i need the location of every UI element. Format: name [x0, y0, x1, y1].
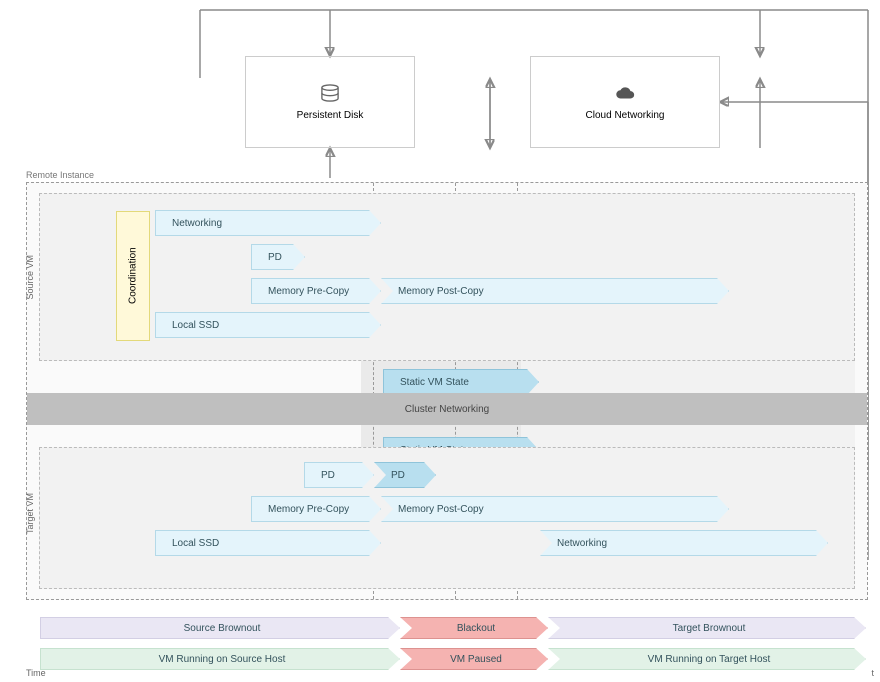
networking-bar-source: Networking [155, 210, 381, 236]
cluster-networking-label: Cluster Networking [405, 404, 489, 415]
remote-instance-box: Source VM Coordination Networking PD Mem… [26, 182, 868, 600]
cluster-networking-band: Cluster Networking [27, 393, 867, 425]
pd-bar-source: PD [251, 244, 305, 270]
cloud-networking-box: Cloud Networking [530, 56, 720, 148]
database-icon [319, 84, 341, 102]
persistent-disk-label: Persistent Disk [297, 110, 364, 121]
target-vm-box: PD PD Memory Pre-Copy Memory Post-Copy L… [39, 447, 855, 589]
cloud-icon [614, 84, 636, 102]
vm-paused-bar: VM Paused [400, 648, 548, 670]
memory-postcopy-bar-target: Memory Post-Copy [381, 496, 729, 522]
time-label: Time [26, 668, 46, 678]
cloud-networking-label: Cloud Networking [586, 110, 665, 121]
local-ssd-bar-source: Local SSD [155, 312, 381, 338]
memory-precopy-bar-target: Memory Pre-Copy [251, 496, 381, 522]
time-t-label: t [871, 668, 874, 678]
blackout-bar: Blackout [400, 617, 548, 639]
persistent-disk-box: Persistent Disk [245, 56, 415, 148]
memory-precopy-bar-source: Memory Pre-Copy [251, 278, 381, 304]
source-vm-box: Coordination Networking PD Memory Pre-Co… [39, 193, 855, 361]
source-vm-label: Source VM [25, 255, 35, 300]
pd-bar-target-2: PD [374, 462, 436, 488]
vm-running-source-bar: VM Running on Source Host [40, 648, 400, 670]
networking-bar-target: Networking [540, 530, 828, 556]
remote-instance-label: Remote Instance [26, 170, 94, 180]
source-brownout-bar: Source Brownout [40, 617, 400, 639]
memory-postcopy-bar-source: Memory Post-Copy [381, 278, 729, 304]
coordination-label: Coordination [128, 248, 139, 305]
static-vm-state-bar-source: Static VM State [383, 369, 539, 395]
target-brownout-bar: Target Brownout [548, 617, 866, 639]
vm-running-target-bar: VM Running on Target Host [548, 648, 866, 670]
target-vm-label: Target VM [25, 493, 35, 534]
coordination-bar: Coordination [116, 211, 150, 341]
local-ssd-bar-target: Local SSD [155, 530, 381, 556]
pd-bar-target-1: PD [304, 462, 374, 488]
